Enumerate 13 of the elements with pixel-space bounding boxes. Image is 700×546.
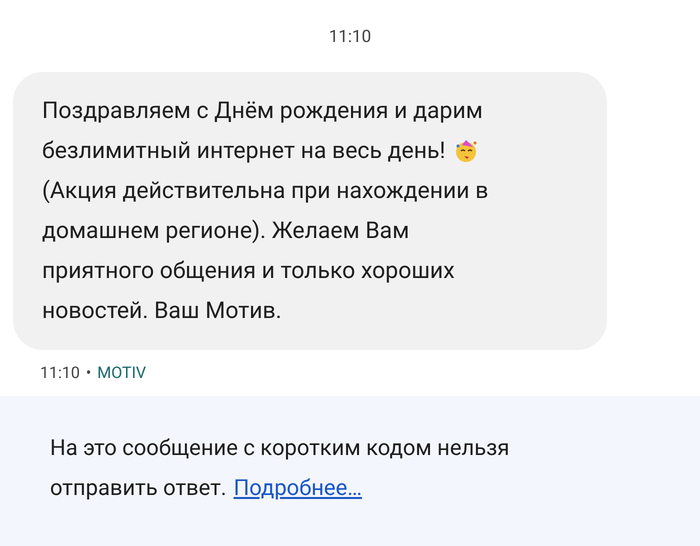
notice-text: На это сообщение с коротким кодом нельзя (50, 435, 510, 463)
sender-name: MOTIV (97, 362, 146, 384)
separator: • (86, 362, 92, 384)
message-time: 11:10 (40, 362, 80, 384)
message-text: новостей. Ваш Мотив. (42, 296, 282, 326)
message-text: безлимитный интернет на весь день! (42, 136, 446, 166)
message-text: (Акция действительна при нахождении в (42, 176, 488, 206)
timestamp: 11:10 (328, 26, 372, 49)
message-text: приятного общения и только хороших (42, 256, 455, 286)
more-link[interactable]: Подробнее… (234, 469, 362, 509)
message-text: домашнем регионе). Желаем Вам (42, 216, 410, 246)
message-text: Поздравляем с Днём рождения и дарим (42, 96, 483, 126)
notice-text: отправить ответ. (50, 475, 227, 503)
